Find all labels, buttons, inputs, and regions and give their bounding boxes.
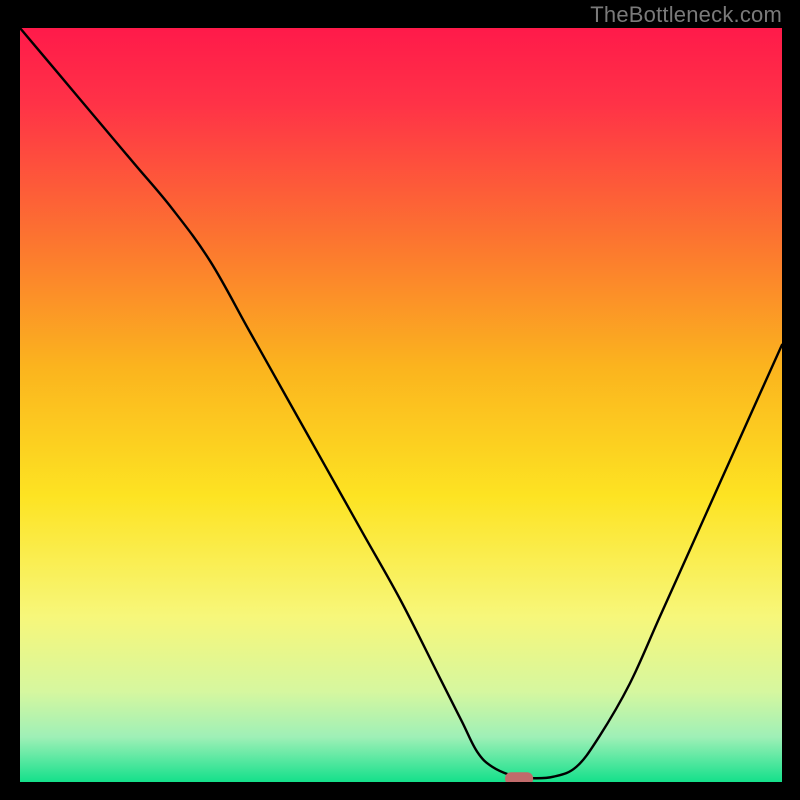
chart-svg <box>20 28 782 782</box>
chart-plot-area <box>20 28 782 782</box>
optimal-marker <box>505 772 533 782</box>
chart-background <box>20 28 782 782</box>
chart-frame: TheBottleneck.com <box>0 0 800 800</box>
watermark-text: TheBottleneck.com <box>590 2 782 28</box>
